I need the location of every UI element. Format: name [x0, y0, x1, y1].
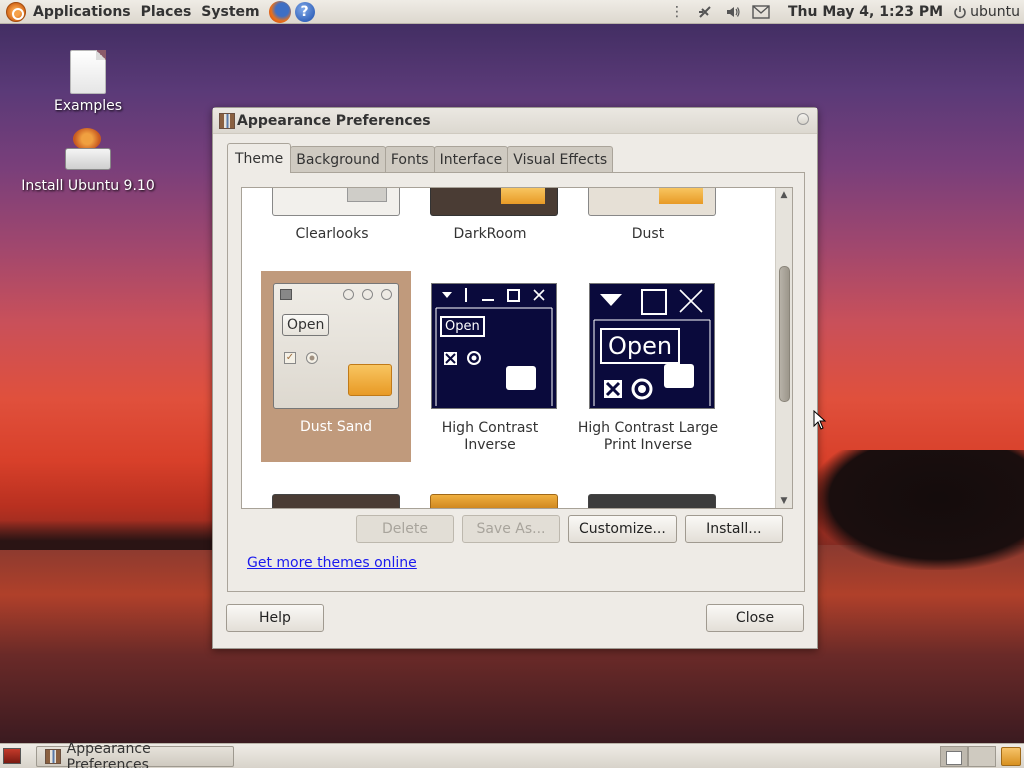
theme-high-contrast-large-print-inverse[interactable]: Open High Contrast Large Print Inverse	[573, 271, 723, 462]
volume-icon[interactable]	[724, 4, 742, 20]
wallpaper-shore	[0, 520, 230, 550]
main-menu: Applications Places System ?	[0, 0, 315, 24]
window-close-icon[interactable]	[797, 113, 809, 125]
tab-theme[interactable]: Theme	[227, 143, 292, 173]
desktop-icon-label: Install Ubuntu 9.10	[21, 178, 155, 194]
workspace-1[interactable]	[940, 746, 968, 767]
power-icon	[954, 6, 966, 19]
customize-button[interactable]: Customize...	[568, 515, 677, 543]
tab-fonts[interactable]: Fonts	[384, 146, 435, 172]
ubuntu-logo-icon[interactable]	[6, 1, 26, 22]
tab-bar: Theme Background Fonts Interface Visual …	[227, 143, 614, 173]
menu-applications[interactable]: Applications	[28, 4, 136, 20]
save-as-button[interactable]: Save As...	[462, 515, 560, 543]
scroll-down-icon[interactable]: ▼	[776, 494, 792, 508]
panel-tray: ⋮ Thu May 4, 1:23 PM ubuntu	[668, 0, 1020, 24]
dust-thumbnail[interactable]	[588, 188, 716, 216]
mouse-cursor-icon	[813, 410, 827, 430]
darkroom-thumbnail[interactable]	[430, 188, 558, 216]
help-button[interactable]: Help	[226, 604, 324, 632]
wallpaper-island	[810, 450, 1024, 570]
desktop-icon-examples[interactable]: Examples	[13, 50, 163, 114]
top-panel: Applications Places System ? ⋮ Thu May 4…	[0, 0, 1024, 24]
workspace-2[interactable]	[968, 746, 996, 767]
theme-thumbnail-partial[interactable]	[588, 494, 716, 508]
grip-icon: ⋮	[669, 4, 684, 20]
theme-high-contrast-inverse[interactable]: Open High Contrast Inverse	[415, 271, 565, 462]
tab-interface[interactable]: Interface	[433, 146, 509, 172]
tab-background[interactable]: Background	[290, 146, 386, 172]
user-name: ubuntu	[970, 4, 1020, 20]
file-icon	[70, 50, 106, 94]
show-desktop-icon[interactable]	[3, 748, 21, 764]
appearance-preferences-window: Appearance Preferences Theme Background …	[212, 107, 818, 649]
desktop-icon-install[interactable]: Install Ubuntu 9.10	[13, 128, 163, 194]
appearance-app-icon	[219, 112, 235, 129]
bottom-panel: Appearance Preferences	[0, 741, 1024, 768]
firefox-launcher-icon[interactable]	[268, 0, 291, 23]
installer-icon	[63, 128, 113, 174]
theme-thumbnail-partial[interactable]	[272, 494, 400, 508]
window-titlebar[interactable]: Appearance Preferences	[213, 108, 817, 134]
folder-icon	[506, 366, 536, 390]
theme-name: High Contrast Inverse	[441, 420, 539, 453]
delete-button[interactable]: Delete	[356, 515, 454, 543]
help-launcher-icon[interactable]: ?	[294, 1, 315, 22]
folder-icon	[348, 364, 392, 396]
taskbar-window-label: Appearance Preferences	[66, 740, 151, 768]
theme-name: Dust Sand	[299, 419, 373, 435]
window-title: Appearance Preferences	[237, 112, 431, 129]
workspace-switcher	[940, 746, 996, 767]
menu-system[interactable]: System	[196, 4, 264, 20]
clearlooks-thumbnail[interactable]	[272, 188, 400, 216]
scrollbar-thumb[interactable]	[779, 266, 790, 402]
menu-places[interactable]: Places	[136, 4, 197, 20]
taskbar-window-button[interactable]: Appearance Preferences	[36, 741, 234, 768]
install-button[interactable]: Install...	[684, 515, 783, 543]
theme-name: High Contrast Large Print Inverse	[577, 420, 719, 453]
trash-icon[interactable]	[1001, 747, 1021, 766]
user-menu[interactable]: ubuntu	[953, 4, 1020, 20]
preview-open-button: Open	[600, 328, 681, 364]
get-more-themes-link[interactable]: Get more themes online	[247, 555, 417, 571]
mail-icon[interactable]	[752, 4, 770, 20]
tab-visual-effects[interactable]: Visual Effects	[507, 146, 614, 172]
theme-thumbnail-partial[interactable]	[430, 494, 558, 508]
desktop-icon-label: Examples	[53, 98, 123, 114]
theme-dust[interactable]: Dust	[573, 226, 723, 242]
preview-open-button: Open	[440, 316, 485, 337]
hc-inverse-preview: Open	[431, 283, 557, 409]
dust-sand-preview: Open ✓	[273, 283, 399, 409]
appearance-app-icon	[45, 749, 61, 764]
theme-tab-panel: Clearlooks DarkRoom Dust Open ✓ Dust San…	[227, 172, 805, 592]
theme-actions: Delete Save As... Customize... Install..…	[356, 515, 783, 543]
close-button[interactable]: Close	[706, 604, 804, 632]
theme-darkroom[interactable]: DarkRoom	[415, 226, 565, 242]
preview-open-button: Open	[282, 314, 330, 336]
network-disconnected-icon[interactable]	[696, 4, 714, 20]
hc-large-print-preview: Open	[589, 283, 715, 409]
theme-clearlooks[interactable]: Clearlooks	[257, 226, 407, 242]
theme-list[interactable]: Clearlooks DarkRoom Dust Open ✓ Dust San…	[241, 187, 793, 509]
theme-dust-sand[interactable]: Open ✓ Dust Sand	[261, 271, 411, 462]
theme-list-scrollbar[interactable]: ▲ ▼	[775, 188, 792, 508]
scroll-up-icon[interactable]: ▲	[776, 188, 792, 202]
folder-icon	[664, 364, 694, 388]
clock[interactable]: Thu May 4, 1:23 PM	[788, 4, 943, 20]
